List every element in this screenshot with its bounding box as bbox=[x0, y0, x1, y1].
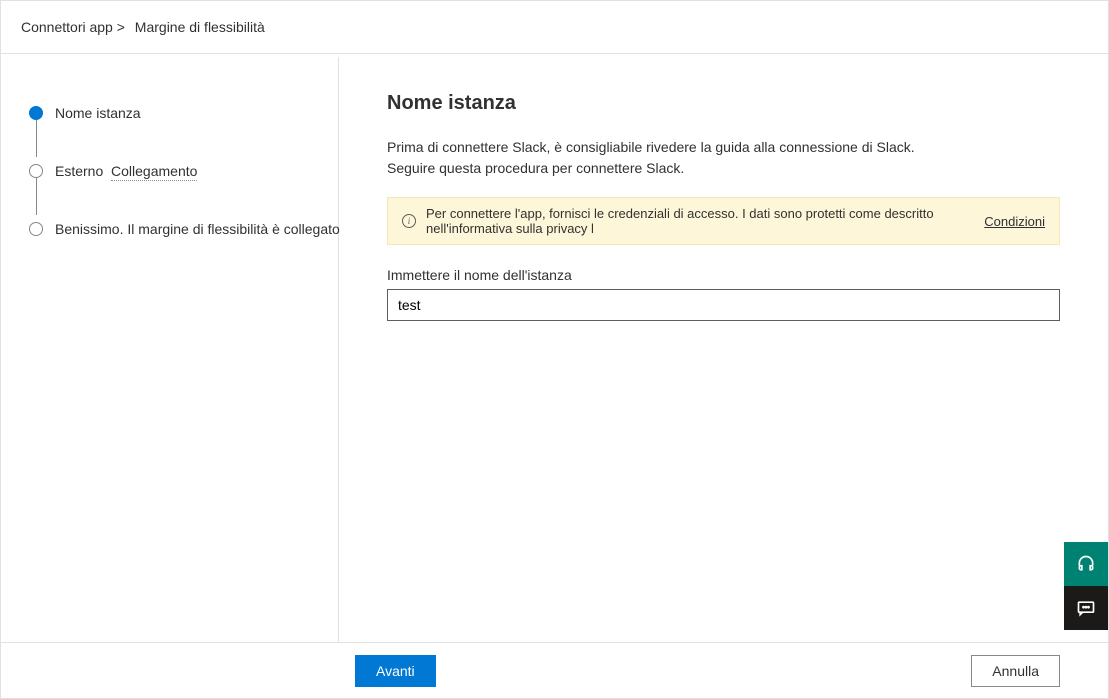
description: Prima di connettere Slack, è consigliabi… bbox=[387, 137, 1060, 179]
step-label: Esterno Collegamento bbox=[55, 163, 197, 179]
step-item-external-link[interactable]: Esterno Collegamento bbox=[29, 157, 318, 185]
step-item-instance-name[interactable]: Nome istanza bbox=[29, 99, 318, 127]
sidebar: Nome istanza Esterno Collegamento Beniss… bbox=[1, 57, 339, 642]
next-button[interactable]: Avanti bbox=[355, 655, 436, 687]
breadcrumb-current: Margine di flessibilità bbox=[135, 19, 265, 35]
terms-link[interactable]: Condizioni bbox=[984, 214, 1045, 229]
instance-name-input[interactable] bbox=[387, 289, 1060, 321]
instance-name-label: Immettere il nome dell'istanza bbox=[387, 267, 1060, 283]
step-label: Benissimo. Il margine di flessibilità è … bbox=[55, 221, 340, 237]
description-line: Seguire questa procedura per connettere … bbox=[387, 158, 1060, 179]
step-label: Nome istanza bbox=[55, 105, 141, 121]
feedback-button[interactable] bbox=[1064, 586, 1108, 630]
step-connector bbox=[36, 177, 37, 215]
side-actions bbox=[1064, 542, 1108, 630]
step-circle bbox=[29, 222, 43, 236]
steps-list: Nome istanza Esterno Collegamento Beniss… bbox=[21, 99, 318, 243]
help-button[interactable] bbox=[1064, 542, 1108, 586]
step-connector bbox=[36, 119, 37, 157]
info-icon: i bbox=[402, 214, 416, 228]
breadcrumb: Connettori app > Margine di flessibilità bbox=[1, 1, 1108, 54]
cancel-button[interactable]: Annulla bbox=[971, 655, 1060, 687]
info-box: i Per connettere l'app, fornisci le cred… bbox=[387, 197, 1060, 245]
info-text: Per connettere l'app, fornisci le creden… bbox=[426, 206, 962, 236]
chat-icon bbox=[1076, 598, 1096, 618]
breadcrumb-root[interactable]: Connettori app > bbox=[21, 19, 125, 35]
description-line: Prima di connettere Slack, è consigliabi… bbox=[387, 137, 1060, 158]
step-item-done[interactable]: Benissimo. Il margine di flessibilità è … bbox=[29, 215, 318, 243]
step-circle bbox=[29, 164, 43, 178]
footer: Avanti Annulla bbox=[1, 642, 1108, 698]
content: Nome istanza Prima di connettere Slack, … bbox=[339, 57, 1108, 642]
page-title: Nome istanza bbox=[387, 92, 1060, 115]
step-circle-active bbox=[29, 106, 43, 120]
main-area: Nome istanza Esterno Collegamento Beniss… bbox=[1, 57, 1108, 642]
headset-icon bbox=[1076, 554, 1096, 574]
